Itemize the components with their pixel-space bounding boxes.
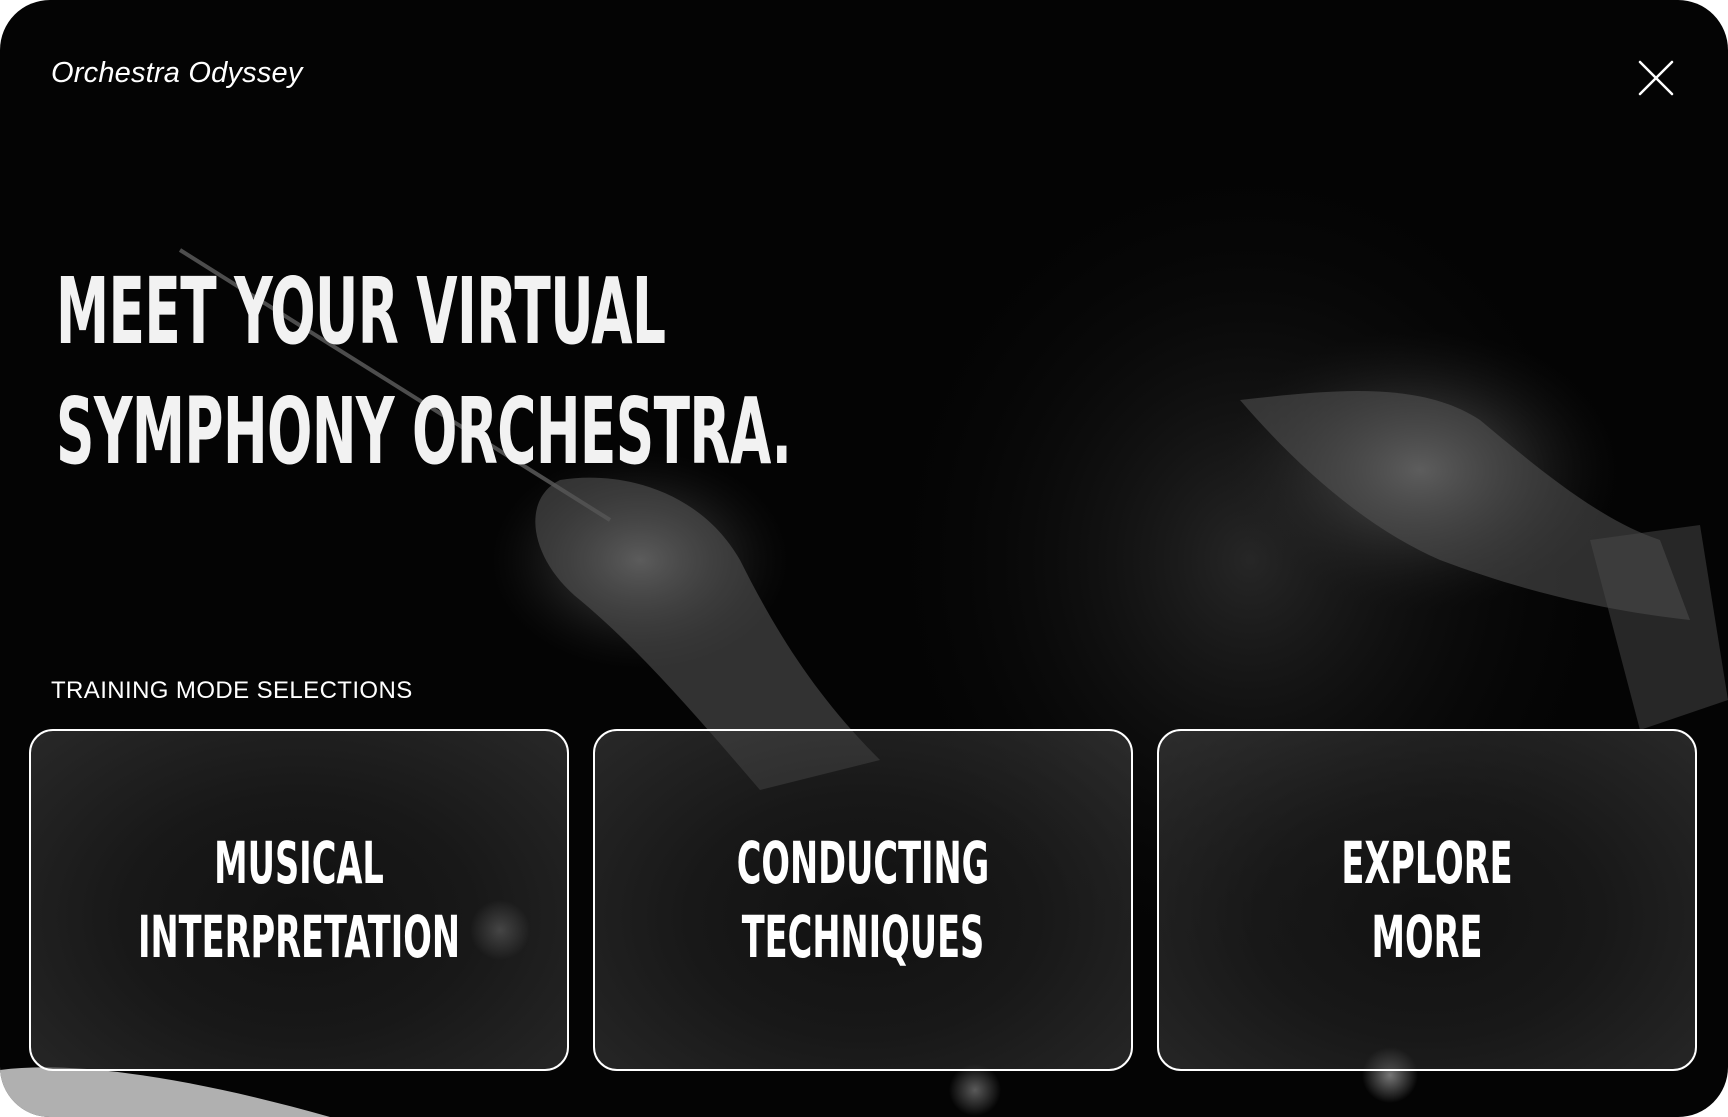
card-title-line-1: EXPLORE — [1341, 829, 1513, 897]
card-explore-more[interactable]: EXPLORE MORE — [1157, 729, 1697, 1071]
card-title-line-2: MORE — [1371, 903, 1483, 971]
app-window: Orchestra Odyssey MEET YOUR VIRTUAL SYMP… — [0, 0, 1728, 1117]
hero-heading: MEET YOUR VIRTUAL SYMPHONY ORCHESTRA. — [56, 252, 792, 492]
card-musical-interpretation[interactable]: MUSICAL INTERPRETATION — [29, 729, 569, 1071]
card-conducting-techniques[interactable]: CONDUCTING TECHNIQUES — [593, 729, 1133, 1071]
close-x-icon — [1636, 58, 1676, 98]
card-title-line-2: TECHNIQUES — [741, 903, 985, 971]
card-title: CONDUCTING TECHNIQUES — [737, 826, 990, 974]
hero-line-1: MEET YOUR VIRTUAL — [56, 258, 666, 365]
card-title-line-2: INTERPRETATION — [137, 903, 461, 971]
brand-title: Orchestra Odyssey — [51, 57, 303, 89]
card-title: MUSICAL INTERPRETATION — [138, 826, 460, 974]
card-title: EXPLORE MORE — [1341, 826, 1512, 974]
hero-line-2: SYMPHONY ORCHESTRA. — [56, 378, 792, 485]
card-title-line-1: MUSICAL — [214, 829, 384, 897]
close-button[interactable] — [1636, 58, 1676, 98]
training-mode-label: TRAINING MODE SELECTIONS — [51, 677, 413, 704]
card-title-line-1: CONDUCTING — [736, 829, 990, 897]
